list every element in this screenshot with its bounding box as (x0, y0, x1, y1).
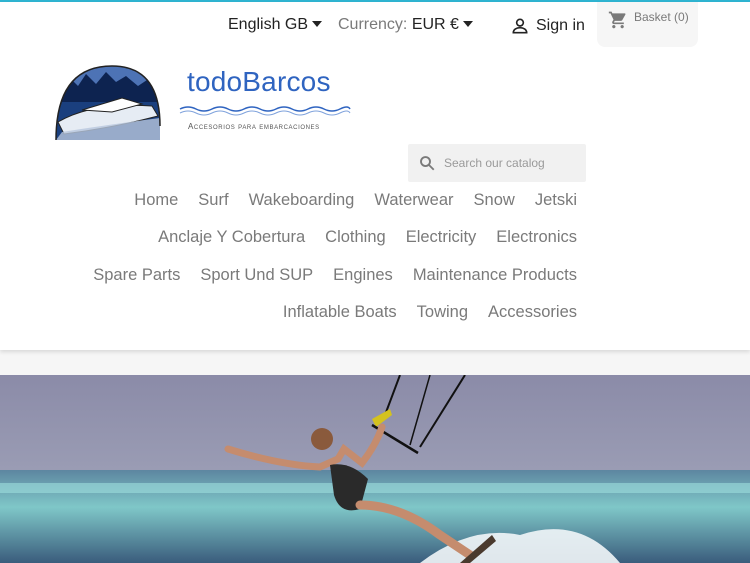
logo-subtitle: Accesorios para embarcaciones (188, 122, 320, 131)
menu-item-wakeboarding[interactable]: Wakeboarding (249, 191, 355, 210)
menu-item-towing[interactable]: Towing (417, 303, 468, 322)
sign-in-label: Sign in (536, 17, 585, 34)
site-header: English GB Currency: EUR € Sign in Baske… (0, 2, 750, 350)
kitesurfer-photo (0, 375, 750, 563)
menu-row-1: Home Surf Wakeboarding Waterwear Snow Jetski (17, 191, 577, 210)
menu-row-2: Anclaje Y Cobertura Clothing Electricity El… (17, 228, 577, 247)
basket-label: Basket (0) (634, 10, 689, 24)
menu-item-surf[interactable]: Surf (198, 191, 228, 210)
menu-item-anclaje[interactable]: Anclaje Y Cobertura (158, 228, 305, 247)
currency-label: Currency: (338, 16, 408, 33)
logo-title: todoBarcos (187, 66, 331, 97)
caret-down-icon (462, 20, 473, 27)
currency-value: EUR € (411, 16, 459, 33)
menu-item-waterwear[interactable]: Waterwear (374, 191, 453, 210)
shopping-cart-icon (608, 11, 626, 29)
menu-item-spare-parts[interactable]: Spare Parts (93, 266, 180, 285)
menu-item-inflatable-boats[interactable]: Inflatable Boats (283, 303, 397, 322)
search-icon[interactable] (418, 154, 436, 172)
caret-down-icon (312, 20, 323, 27)
currency-selector[interactable]: Currency: EUR € (338, 16, 473, 34)
menu-item-electronics[interactable]: Electronics (496, 228, 577, 247)
menu-item-home[interactable]: Home (134, 191, 178, 210)
menu-item-electricity[interactable]: Electricity (406, 228, 477, 247)
menu-item-engines[interactable]: Engines (333, 266, 393, 285)
top-nav: English GB Currency: EUR € Sign in Baske… (0, 2, 750, 50)
language-selector[interactable]: English GB (228, 16, 323, 34)
language-label: English GB (228, 16, 309, 33)
menu-item-jetski[interactable]: Jetski (535, 191, 577, 210)
menu-row-3: Spare Parts Sport Und SUP Engines Maintenan… (17, 266, 577, 285)
sign-in-link[interactable]: Sign in (510, 16, 585, 36)
menu-item-accessories[interactable]: Accessories (488, 303, 577, 322)
menu-row-4: Inflatable Boats Towing Accessories (17, 303, 577, 322)
search-input[interactable] (444, 156, 584, 170)
hero-banner[interactable] (0, 375, 750, 563)
search-box (408, 144, 586, 182)
menu-item-snow[interactable]: Snow (474, 191, 515, 210)
menu-item-clothing[interactable]: Clothing (325, 228, 386, 247)
menu-item-sport-sup[interactable]: Sport Und SUP (200, 266, 313, 285)
basket-button[interactable]: Basket (0) (597, 2, 698, 47)
menu-item-maintenance[interactable]: Maintenance Products (413, 266, 577, 285)
user-icon (512, 18, 528, 34)
